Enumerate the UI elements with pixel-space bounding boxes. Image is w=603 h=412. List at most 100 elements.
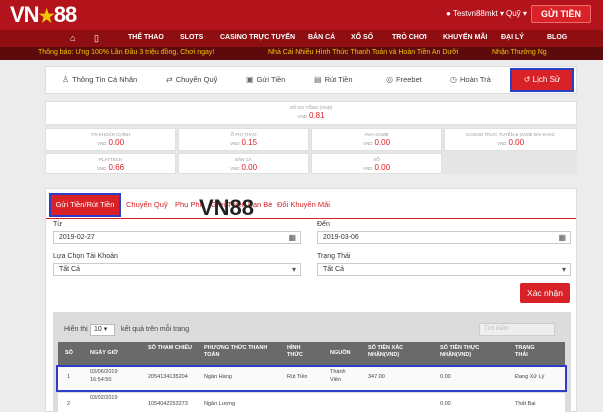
from-label: Từ (53, 221, 62, 228)
balance-total: SỐ DƯ TỔNG (VND) VND 0.81 (45, 101, 577, 125)
nav-fishing[interactable]: BẮN CÁ (308, 34, 335, 41)
user-menu[interactable]: ● Testvn88mkt ▾ (446, 9, 504, 18)
to-label: Đến (317, 221, 330, 228)
balance-label: CASINO TRỰC TUYẾN & GAME BÀI KHÁC (466, 132, 555, 137)
show-label: Hiển thị (64, 326, 88, 333)
status-value: Tất Cả (323, 266, 345, 273)
menu-label: Lịch Sử (532, 75, 561, 84)
nav-agency[interactable]: ĐẠI LÝ (501, 34, 524, 41)
username: Testvn88mkt (452, 9, 498, 18)
table-search-input[interactable]: Tìm kiếm (479, 323, 555, 336)
balance-value: 0.00 (374, 138, 391, 147)
menu-transfer[interactable]: ⇄ Chuyển Quỹ (166, 75, 217, 84)
deposit-button[interactable]: GỬI TIỀN (531, 5, 591, 23)
cell-date: 03/02/2019 (90, 395, 118, 401)
main-nav: ⌂ ▯ THỂ THAO SLOTS CASINO TRỰC TUYẾN BẮN… (0, 30, 603, 47)
home-icon[interactable]: ⌂ (70, 33, 75, 43)
wallet-menu[interactable]: Quỹ ▾ (506, 9, 527, 18)
account-value: Tất Cả (59, 266, 81, 273)
history-icon: ↺ (523, 75, 531, 84)
watermark: VN88 (199, 195, 255, 220)
nav-casino[interactable]: CASINO TRỰC TUYẾN (220, 34, 295, 41)
col-status: TRẠNG THÁI (515, 345, 535, 358)
ticker-message: Thông báo: Ưng 100% Lần Đầu 3 triệu đồng… (38, 49, 215, 56)
balance-value: 0.00 (374, 163, 391, 172)
user-icon: ♙ (62, 75, 70, 84)
account-select[interactable]: Tất Cả ▾ (53, 263, 301, 276)
menu-label: Rút Tiền (324, 75, 353, 84)
menu-rebate[interactable]: ◷ Hoàn Trả (450, 75, 491, 84)
balance-label: PLAYTECH (98, 157, 123, 162)
col-reference: SỐ THAM CHIẾU (148, 345, 192, 351)
logo[interactable]: VN★88 (10, 2, 78, 28)
menu-deposit[interactable]: ▣ Gửi Tiền (246, 75, 285, 84)
ticker-message: Nhận Thưởng Ng (492, 49, 547, 56)
balance-label: TÀI KHOẢN CHÍNH (90, 132, 131, 137)
currency: VND (496, 141, 507, 146)
tab-fees[interactable]: Phụ Phí (175, 200, 202, 209)
calendar-icon[interactable]: ▦ (558, 232, 566, 243)
col-source: NGUỒN (330, 350, 351, 356)
balance-box: CASINO TRỰC TUYẾN & GAME BÀI KHÁC VND 0.0… (444, 128, 577, 151)
balance-value: 0.15 (241, 138, 258, 147)
balance-label: XỔ (373, 157, 380, 162)
nav-games[interactable]: TRÒ CHƠI (392, 34, 427, 41)
row-highlight-frame (56, 365, 567, 392)
col-datetime: NGÀY GIỜ (90, 350, 118, 356)
ticker-message: Nhà Cái Nhiều Hình Thức Thanh Toán và Ho… (268, 49, 459, 56)
menu-profile[interactable]: ♙ Thông Tin Cá Nhân (62, 75, 137, 84)
balance-value: 0.81 (308, 111, 325, 120)
per-page-value: 10 (94, 326, 102, 333)
logo-number: 88 (53, 2, 78, 27)
balance-box: Ổ PHI THAO VND 0.15 (178, 128, 309, 151)
from-date-input[interactable]: 2019-02-27 ▦ (53, 231, 301, 244)
balance-box: BẮN CÁ VND 0.00 (178, 153, 309, 174)
nav-promotions[interactable]: KHUYẾN MÃI (443, 34, 487, 41)
menu-freebet[interactable]: ◎ Freebet (386, 75, 422, 84)
tab-divider (46, 218, 576, 219)
status-select[interactable]: Tất Cả ▾ (317, 263, 571, 276)
star-icon: ★ (38, 6, 55, 26)
balance-value: 0.00 (108, 138, 125, 147)
tab-redeem-promo[interactable]: Đổi Khuyến Mãi (277, 200, 330, 209)
per-page-select[interactable]: 10 ▾ (90, 324, 115, 336)
cell-received: 0.00 (440, 401, 451, 407)
currency: VND (297, 114, 307, 119)
menu-history[interactable]: ↺ Lịch Sử (510, 68, 574, 92)
nav-sports[interactable]: THỂ THAO (128, 34, 164, 41)
col-received-amount: SỐ TIỀN THỰC NHẬN(VND) (440, 345, 480, 358)
nav-lottery[interactable]: XỔ SỐ (351, 34, 373, 41)
announcement-ticker: Thông báo: Ưng 100% Lần Đầu 3 triệu đồng… (0, 47, 603, 60)
top-header: VN★88 ● Testvn88mkt ▾ Quỹ ▾ GỬI TIỀN (0, 0, 603, 30)
col-confirmed-amount: SỐ TIỀN XÁC NHẬN(VND) (368, 345, 404, 358)
balance-value: 0.66 (108, 163, 125, 172)
menu-label: Hoàn Trả (459, 75, 491, 84)
status-label: Trạng Thái (317, 253, 351, 260)
balance-label: Ổ PHI THAO (230, 132, 257, 137)
logo-text: VN (10, 2, 40, 27)
currency: VND (96, 166, 107, 171)
freebet-icon: ◎ (386, 75, 393, 84)
phone-icon[interactable]: ▯ (94, 33, 99, 44)
balance-value: 0.00 (508, 138, 525, 147)
nav-blog[interactable]: BLOG (547, 34, 567, 41)
currency: VND (362, 141, 373, 146)
balance-value: 0.00 (241, 163, 258, 172)
transfer-icon: ⇄ (166, 75, 173, 84)
menu-label: Freebet (395, 75, 422, 84)
table-row[interactable]: 2 03/02/2019 1054042253273 Ngân Lượng 0.… (58, 393, 565, 412)
tab-transfer[interactable]: Chuyển Quỹ (126, 200, 168, 209)
table-header: SỐ NGÀY GIỜ SỐ THAM CHIẾU PHƯƠNG THỨC TH… (58, 342, 565, 365)
currency: VND (96, 141, 107, 146)
calendar-icon[interactable]: ▦ (288, 232, 296, 243)
to-date-input[interactable]: 2019-03-06 ▦ (317, 231, 571, 244)
col-no: SỐ (65, 350, 73, 356)
cell-method: Ngân Lượng (204, 401, 236, 407)
menu-withdraw[interactable]: ▤ Rút Tiền (314, 75, 353, 84)
confirm-button[interactable]: Xác nhận (520, 283, 570, 303)
tab-deposit-withdraw[interactable]: Gửi Tiền/Rút Tiền (49, 193, 121, 217)
currency: VND (362, 166, 373, 171)
nav-slots[interactable]: SLOTS (180, 34, 203, 41)
balance-box: PLAYTECH VND 0.66 (45, 153, 176, 174)
col-payment-method: PHƯƠNG THỨC THANH TOÁN (204, 345, 268, 358)
